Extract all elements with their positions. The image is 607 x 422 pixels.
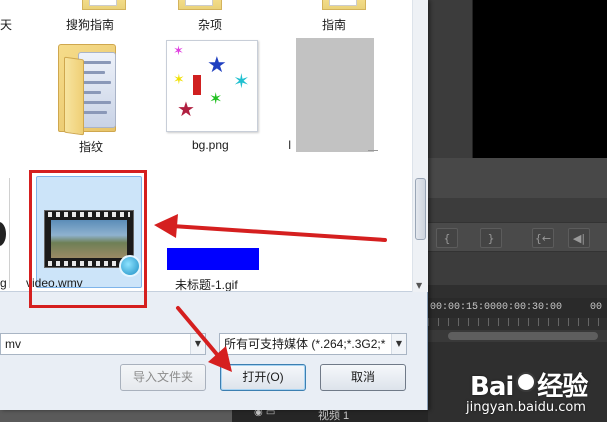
file-label[interactable]: 指纹 — [79, 138, 103, 155]
chevron-down-icon[interactable]: ▼ — [391, 334, 406, 354]
folder-icon[interactable] — [178, 0, 222, 10]
annotation-highlight-box — [29, 170, 147, 308]
folder-icon[interactable] — [82, 0, 126, 10]
vertical-scrollbar[interactable]: ▼ — [412, 0, 428, 292]
folder-label[interactable]: 杂项 — [198, 16, 222, 33]
folder-icon[interactable] — [322, 0, 366, 10]
chevron-down-icon[interactable]: ▼ — [190, 334, 205, 354]
step-back-icon[interactable]: ◀| — [568, 228, 590, 248]
image-thumbnail-icon[interactable] — [167, 248, 259, 270]
go-to-in-icon[interactable]: {← — [532, 228, 554, 248]
timecode-label: 00:00:30:00 — [496, 302, 563, 313]
mark-in-icon[interactable]: { — [436, 228, 458, 248]
file-label[interactable]: bg.png — [192, 138, 229, 152]
timeline-scroll-thumb[interactable] — [448, 332, 598, 340]
scroll-down-icon[interactable]: ▼ — [416, 281, 422, 290]
open-button[interactable]: 打开(O) — [220, 364, 306, 391]
folder-label[interactable]: 搜狗指南 — [66, 16, 114, 33]
timecode-label: 00 — [590, 302, 603, 313]
file-type-select[interactable]: 所有可支持媒体 (*.264;*.3G2;* ▼ — [219, 333, 407, 355]
preview-monitor — [472, 0, 607, 158]
paw-logo-icon — [516, 372, 536, 392]
file-label[interactable]: I — [288, 138, 378, 152]
baidu-jingyan-watermark: Bai 经验 jingyan.baidu.com — [464, 366, 604, 418]
folder-label[interactable]: 天 — [0, 16, 12, 33]
file-label[interactable]: g — [0, 276, 7, 290]
folder-label[interactable]: 指南 — [322, 16, 346, 33]
mark-out-icon[interactable]: } — [480, 228, 502, 248]
import-folder-button[interactable]: 导入文件夹 — [120, 364, 206, 391]
image-thumbnail-icon[interactable]: ✶ ★ ✶ ✶ ✶ ★ — [166, 40, 258, 132]
file-label[interactable]: 未标题-1.gif — [175, 276, 238, 291]
folder-icon[interactable] — [44, 40, 124, 136]
filename-input[interactable]: mv ▼ — [0, 333, 206, 355]
timecode-label: 00:00:15:00 — [430, 302, 497, 313]
editor-toolbar-strip — [428, 158, 607, 198]
timeline-ruler[interactable]: 00:00:15:00 00:00:30:00 00 — [428, 298, 607, 318]
transport-controls: { } {← ◀| — [428, 222, 607, 252]
image-thumbnail-icon[interactable] — [0, 178, 10, 288]
watermark-url: jingyan.baidu.com — [466, 400, 586, 415]
timeline-scrollbar[interactable] — [428, 330, 607, 342]
timeline-ticks — [428, 318, 607, 326]
scroll-thumb[interactable] — [415, 178, 426, 240]
image-thumbnail-icon[interactable] — [296, 38, 374, 152]
cancel-button[interactable]: 取消 — [320, 364, 406, 391]
